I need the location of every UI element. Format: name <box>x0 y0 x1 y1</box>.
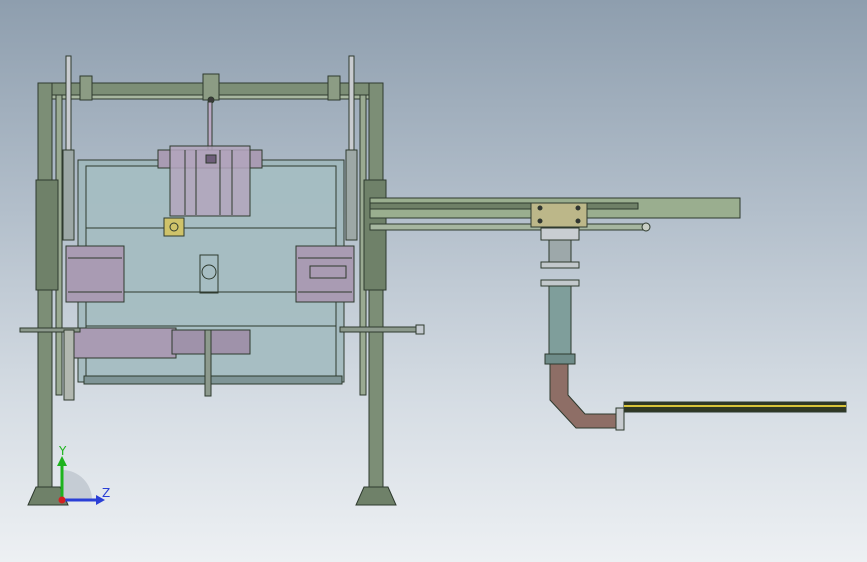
cad-graphics-viewport[interactable]: Y Z <box>0 0 867 562</box>
left-brace <box>35 179 59 291</box>
y-axis-label: Y <box>58 444 67 458</box>
left-cylinder-rod <box>65 55 72 157</box>
right-cylinder-body <box>345 149 358 241</box>
top-bracket-left <box>79 75 93 101</box>
assembly-drawing[interactable]: Y Z <box>0 0 867 562</box>
top-bracket-center <box>202 73 220 101</box>
top-bracket-right <box>327 75 341 101</box>
lower-purple-tray <box>73 327 177 359</box>
drop-pipe <box>540 227 625 431</box>
gantry-beam <box>369 197 741 232</box>
right-foot <box>355 486 397 506</box>
left-clamp <box>65 245 125 303</box>
x-axis-dot <box>58 496 66 504</box>
left-column <box>37 82 53 504</box>
right-brace <box>363 179 387 291</box>
pipe-elbow <box>549 363 621 429</box>
view-triad: Y Z <box>57 444 110 505</box>
z-axis-label: Z <box>102 486 110 500</box>
left-cylinder-body <box>62 149 75 241</box>
right-clamp <box>295 245 355 303</box>
right-column <box>368 82 384 504</box>
conveyor-rail <box>623 401 847 413</box>
right-cylinder-rod <box>348 55 355 157</box>
tank-bottom-lip <box>83 375 343 385</box>
sensor-block <box>163 217 185 237</box>
